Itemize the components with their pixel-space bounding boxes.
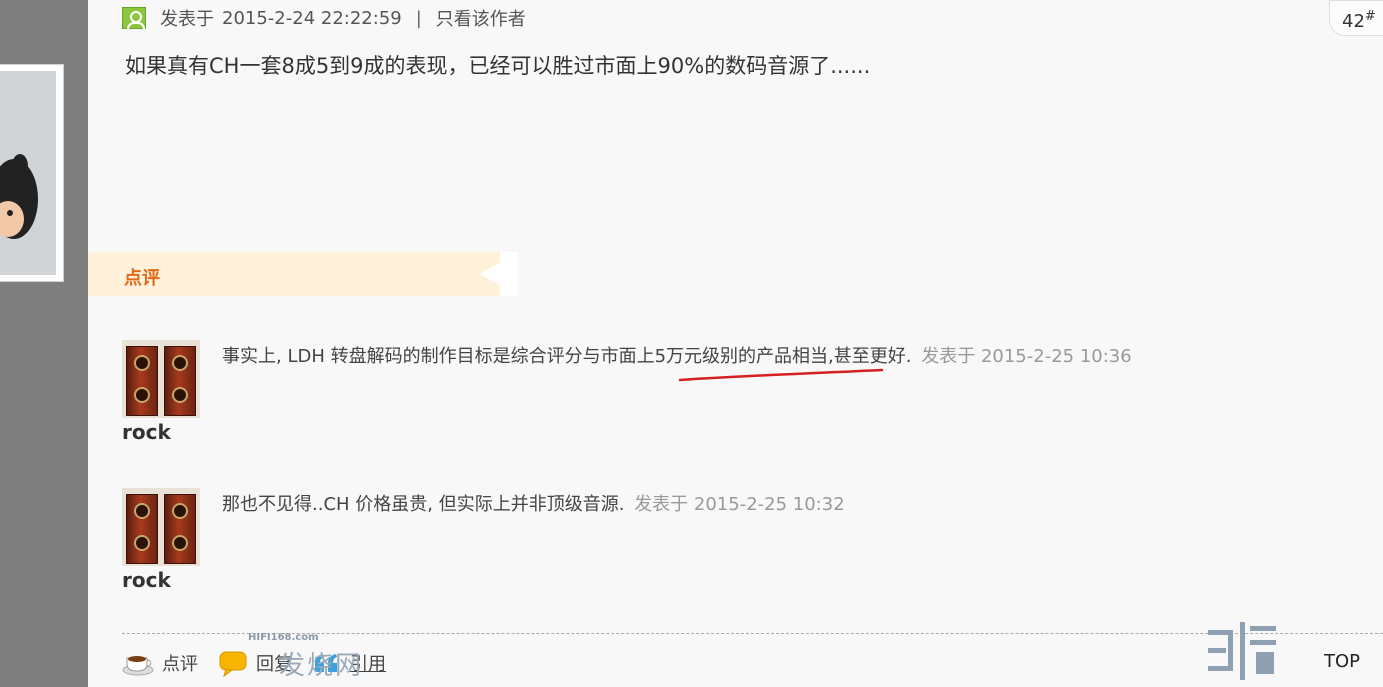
red-underline-annotation [678,368,884,382]
comment-text-body: 那也不见得..CH 价格虽贵, 但实际上并非顶级音源. [222,494,625,515]
comments-section-header: 点评 [88,252,518,296]
header-separator: | [415,7,422,29]
author-avatar-frame[interactable] [0,64,64,282]
commenter-name[interactable]: rock [122,420,171,444]
comment-action-label: 点评 [162,654,198,675]
comment-text-before: 事实上, LDH 转盘解码的制作目标是综合评分与市面上 [222,346,655,367]
header-arrow-end [500,252,518,296]
watermark-text: 发烧网 [279,651,364,681]
commenter-name[interactable]: rock [122,568,171,592]
floor-badge[interactable]: 42# [1329,0,1383,36]
speaker-image-right [164,494,196,564]
left-sidebar-strip [0,0,88,687]
post-header: 发表于 2015-2-24 22:22:59 | 只看该作者 [122,6,526,30]
comment-action-button[interactable]: 点评 [122,650,198,676]
post-actions-bar: 点评 回复 引用 [122,648,406,678]
back-to-top-link[interactable]: TOP [1324,651,1360,672]
comment-date: 发表于 2015-2-25 10:32 [634,494,845,515]
comment-date: 发表于 2015-2-25 10:36 [921,346,1132,367]
comments-section-title: 点评 [124,268,160,289]
speaker-image-right [164,346,196,416]
floor-number: 42 [1342,11,1365,32]
commenter-avatar[interactable] [122,340,200,418]
posted-prefix: 发表于 [160,9,214,30]
speaker-image-left [126,494,158,564]
post-main: 发表于 2015-2-24 22:22:59 | 只看该作者 42# 如果真有C… [88,0,1383,687]
author-avatar [0,71,56,275]
floor-suffix: # [1364,9,1376,24]
coffee-cup-icon [122,656,154,676]
posted-time: 2015-2-24 22:22:59 [222,7,402,29]
post-content: 如果真有CH一套8成5到9成的表现，已经可以胜过市面上90%的数码音源了....… [125,54,871,78]
only-author-link[interactable]: 只看该作者 [436,5,526,31]
commenter-avatar[interactable] [122,488,200,566]
comment-text: 事实上, LDH 转盘解码的制作目标是综合评分与市面上5万元级别的产品相当,甚至… [222,342,1132,368]
speech-bubble-icon [219,651,247,677]
user-online-icon [122,7,146,29]
watermark-site: HIFI168.com [248,632,319,643]
speaker-image-left [126,346,158,416]
comment-text: 那也不见得..CH 价格虽贵, 但实际上并非顶级音源. 发表于 2015-2-2… [222,490,845,516]
cartoon-avatar-image [0,71,56,275]
